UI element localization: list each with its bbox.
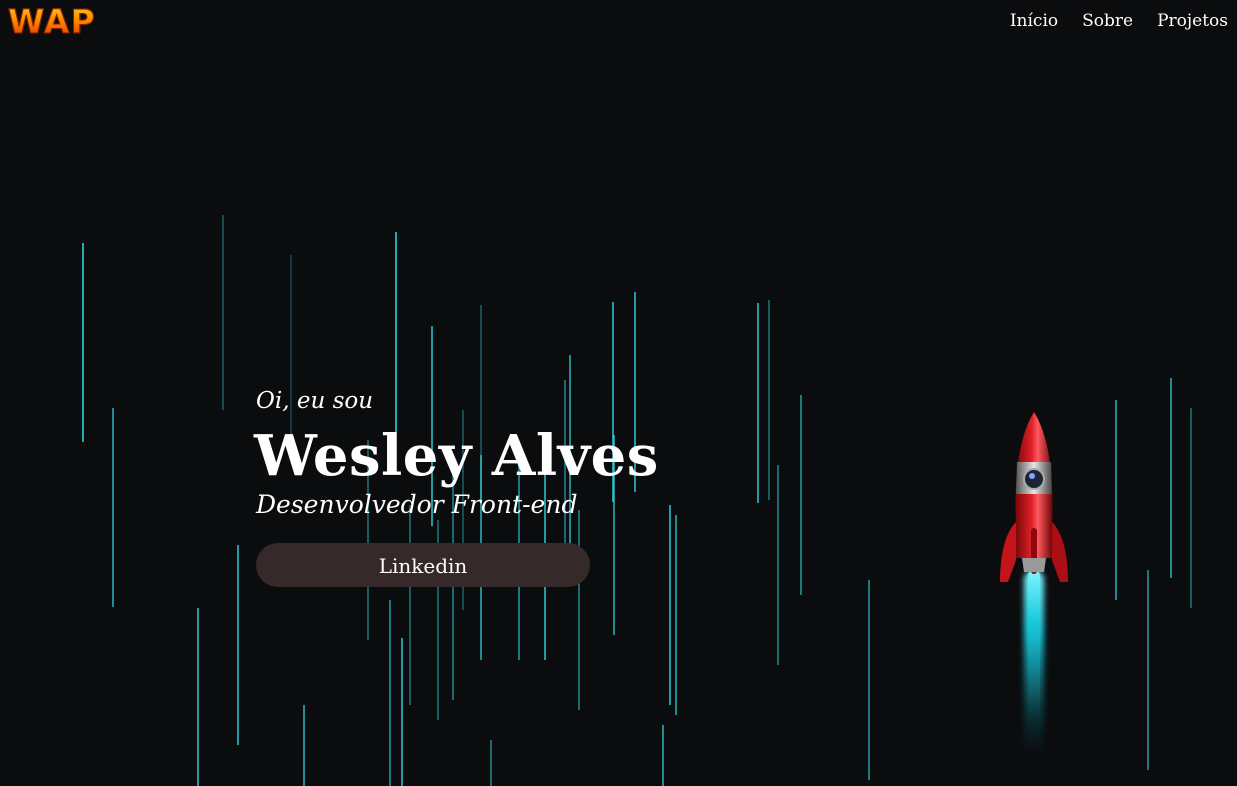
navbar: WAP Início Sobre Projetos xyxy=(0,0,1237,46)
nav-link-inicio[interactable]: Início xyxy=(1010,11,1058,31)
hero-role: Desenvolvedor Front-end xyxy=(256,490,578,519)
nav-link-sobre[interactable]: Sobre xyxy=(1082,11,1133,31)
rocket-icon xyxy=(1000,412,1068,755)
hero-greeting: Oi, eu sou xyxy=(256,388,374,414)
hero-name: Wesley Alves xyxy=(254,423,659,489)
linkedin-button[interactable]: Linkedin xyxy=(256,543,590,587)
nav-menu: Início Sobre Projetos xyxy=(1010,11,1228,31)
nav-link-projetos[interactable]: Projetos xyxy=(1157,11,1228,31)
wap-logo[interactable]: WAP xyxy=(8,2,96,42)
